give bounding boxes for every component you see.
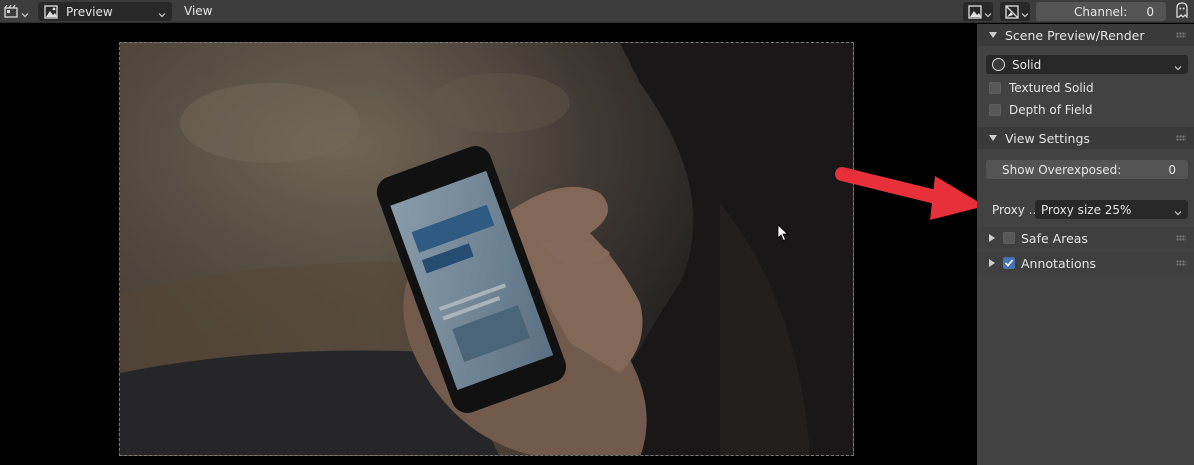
view-type-select[interactable]: Preview (38, 2, 172, 21)
chevron-down-icon (1174, 61, 1182, 70)
view-settings-panel-header[interactable]: View Settings (977, 127, 1194, 149)
chevron-down-icon (984, 8, 992, 17)
drag-handle-icon[interactable] (1176, 32, 1186, 38)
safe-areas-checkbox[interactable] (1003, 232, 1015, 244)
ghost-button[interactable] (1173, 2, 1191, 21)
shading-select[interactable]: Solid (986, 55, 1188, 74)
chevron-down-icon (1021, 8, 1029, 17)
annotations-label: Annotations (1021, 255, 1097, 271)
textured-solid-checkbox[interactable] (989, 82, 1001, 94)
show-overexposed-value: 0 (1168, 162, 1176, 177)
shading-value: Solid (1012, 57, 1042, 72)
safe-areas-panel-header[interactable]: Safe Areas (977, 227, 1194, 249)
textured-solid-option[interactable]: Textured Solid (977, 79, 1194, 97)
sequencer-icon (3, 4, 21, 20)
drag-handle-icon[interactable] (1176, 135, 1186, 141)
channel-field[interactable]: Channel: 0 (1036, 2, 1166, 21)
display-mode-button[interactable] (1000, 2, 1030, 21)
checkmark-icon (1004, 259, 1014, 267)
proxy-size-value: Proxy size 25% (1041, 202, 1132, 217)
annotations-panel-header[interactable]: Annotations (977, 252, 1194, 274)
properties-sidebar: Scene Preview/Render Solid Textured Soli… (977, 24, 1194, 465)
preview-image (119, 42, 854, 456)
proxy-size-select[interactable]: Proxy size 25% (1035, 200, 1188, 219)
sequencer-header: Preview View Channel: 0 (0, 0, 1194, 23)
image-overlay-icon (966, 4, 984, 20)
panel-title: View Settings (1005, 130, 1090, 146)
collapse-arrow-icon (989, 135, 997, 141)
expand-arrow-icon (989, 234, 995, 242)
panel-title: Scene Preview/Render (1005, 27, 1145, 43)
view-type-label: Preview (66, 4, 113, 19)
show-overexposed-field[interactable]: Show Overexposed: 0 (986, 160, 1188, 179)
overlay-button[interactable] (963, 2, 993, 21)
drag-handle-icon[interactable] (1176, 235, 1186, 241)
expand-arrow-icon (989, 259, 995, 267)
image-preview-icon (42, 4, 60, 20)
chevron-down-icon (21, 8, 29, 17)
scene-preview-panel-header[interactable]: Scene Preview/Render (977, 24, 1194, 46)
proxy-label: Proxy .. (992, 202, 1037, 217)
solid-sphere-icon (992, 58, 1005, 71)
depth-of-field-checkbox[interactable] (989, 104, 1001, 116)
textured-solid-label: Textured Solid (1009, 81, 1094, 95)
view-menu[interactable]: View (180, 3, 216, 20)
mouse-cursor-icon (777, 224, 789, 245)
chevron-down-icon (158, 8, 166, 17)
channel-value: 0 (1146, 4, 1154, 19)
chevron-down-icon (1174, 206, 1182, 215)
annotations-checkbox[interactable] (1003, 257, 1015, 269)
channel-label: Channel: (1074, 4, 1128, 19)
collapse-arrow-icon (989, 32, 997, 38)
safe-areas-label: Safe Areas (1021, 230, 1088, 246)
drag-handle-icon[interactable] (1176, 260, 1186, 266)
depth-of-field-option[interactable]: Depth of Field (977, 101, 1194, 119)
display-mode-icon (1003, 4, 1021, 20)
annotation-arrow (830, 158, 990, 231)
depth-of-field-label: Depth of Field (1009, 103, 1093, 117)
photo-illustration (120, 43, 853, 455)
show-overexposed-label: Show Overexposed: (1002, 162, 1122, 177)
preview-viewport[interactable] (0, 24, 977, 465)
ghost-icon (1175, 2, 1189, 21)
editor-type-button[interactable] (3, 2, 33, 21)
